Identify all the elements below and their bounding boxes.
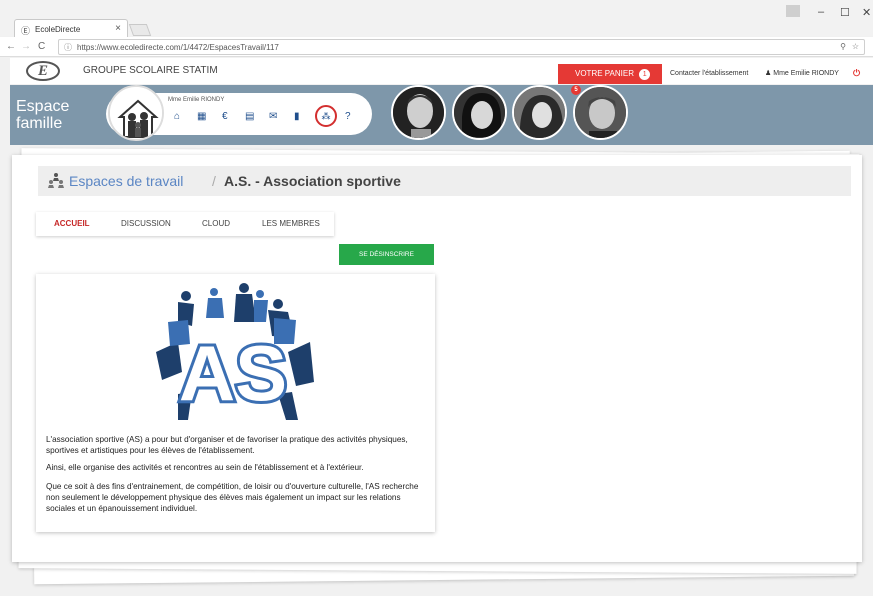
cart-count-badge: 1 (639, 69, 651, 80)
workspace-tabs: ACCUEIL DISCUSSION CLOUD LES MEMBRES (36, 212, 334, 236)
breadcrumb-separator: / (212, 173, 216, 189)
browser-titlebar: Ⓔ EcoleDirecte × – ☐ ✕ (0, 0, 873, 37)
child-avatar-4[interactable] (573, 85, 628, 140)
cart-label: VOTRE PANIER (575, 69, 634, 78)
back-icon[interactable]: ← (6, 41, 16, 52)
family-avatar[interactable] (108, 85, 164, 141)
address-row: ← → C ⓘ https://www.ecoledirecte.com/1/4… (0, 37, 873, 57)
home-icon[interactable]: ⌂ (174, 111, 180, 122)
association-sportive-logo: AS (156, 283, 314, 420)
school-name: GROUPE SCOLAIRE STATIM (83, 65, 218, 76)
extension-icon[interactable]: ⚲ (840, 42, 846, 51)
ecoledirecte-logo[interactable]: E (26, 61, 60, 81)
child-avatar-2[interactable] (452, 85, 507, 140)
espace-line1: Espace (16, 98, 70, 115)
workspace-people-icon (48, 173, 64, 188)
child-avatar-1[interactable] (391, 85, 446, 140)
browser-tab[interactable]: Ⓔ EcoleDirecte × (14, 19, 128, 37)
espace-famille-banner: Espace famille Mme Emilie RIONDY ⌂ ▦ € ▤… (10, 85, 873, 145)
credit-card-icon[interactable]: ▤ (245, 111, 254, 122)
description-paragraph-3: Que ce soit à des fins d'entrainement, d… (46, 482, 419, 514)
contact-link[interactable]: Contacter l'établissement (670, 70, 748, 77)
reload-icon[interactable]: C (38, 41, 45, 52)
workspace-icon[interactable]: ⁂ (315, 105, 337, 127)
url-bar[interactable]: ⓘ https://www.ecoledirecte.com/1/4472/Es… (58, 39, 865, 55)
child-avatar-3[interactable] (512, 85, 567, 140)
profile-icon[interactable] (786, 5, 800, 17)
user-icon: ♟ (765, 70, 772, 77)
close-tab-icon[interactable]: × (115, 23, 121, 34)
close-window-button[interactable]: ✕ (862, 6, 871, 19)
site-header: E GROUPE SCOLAIRE STATIM VOTRE PANIER 1 … (10, 58, 873, 84)
logout-icon[interactable]: ⏻ (853, 68, 860, 79)
folder-icon[interactable]: ▮ (294, 111, 300, 122)
id-card-icon[interactable]: ▦ (197, 111, 206, 122)
tab-members[interactable]: LES MEMBRES (262, 219, 320, 228)
user-label: Mme Emilie RIONDY (773, 70, 839, 77)
espace-title: Espace famille (16, 98, 69, 132)
tab-cloud[interactable]: CLOUD (202, 219, 230, 228)
tab-title: EcoleDirecte (35, 25, 81, 34)
espace-line2: famille (16, 115, 63, 132)
workspace-description: AS L'association sportive (AS) a pour bu… (36, 274, 435, 532)
bookmark-star-icon[interactable]: ☆ (852, 42, 859, 51)
workspace-card: Espaces de travail / A.S. - Association … (12, 155, 862, 562)
breadcrumb: Espaces de travail / A.S. - Association … (38, 166, 851, 196)
description-paragraph-2: Ainsi, elle organise des activités et re… (46, 463, 364, 472)
breadcrumb-workspaces-link[interactable]: Espaces de travail (69, 173, 183, 189)
info-icon[interactable]: ⓘ (64, 42, 72, 53)
tab-accueil[interactable]: ACCUEIL (54, 219, 90, 228)
envelope-icon[interactable]: ✉ (269, 111, 277, 122)
logo-letters: AS (179, 329, 287, 417)
description-paragraph-1: L'association sportive (AS) a pour but d… (46, 435, 408, 456)
page-title: A.S. - Association sportive (224, 173, 401, 189)
cart-button[interactable]: VOTRE PANIER 1 (558, 64, 662, 84)
help-icon[interactable]: ? (345, 111, 351, 122)
unsubscribe-button[interactable]: SE DÉSINSCRIRE (339, 244, 434, 265)
maximize-button[interactable]: ☐ (840, 6, 850, 19)
tab-discussion[interactable]: DISCUSSION (121, 219, 171, 228)
user-link[interactable]: ♟ Mme Emilie RIONDY (765, 69, 839, 77)
new-tab-button[interactable] (128, 24, 152, 36)
minimize-button[interactable]: – (818, 6, 824, 18)
url-text: https://www.ecoledirecte.com/1/4472/Espa… (77, 43, 279, 52)
favicon-icon: Ⓔ (21, 26, 31, 36)
forward-icon[interactable]: → (21, 41, 31, 52)
banner-user-name: Mme Emilie RIONDY (168, 97, 225, 103)
euro-icon[interactable]: € (222, 111, 228, 122)
